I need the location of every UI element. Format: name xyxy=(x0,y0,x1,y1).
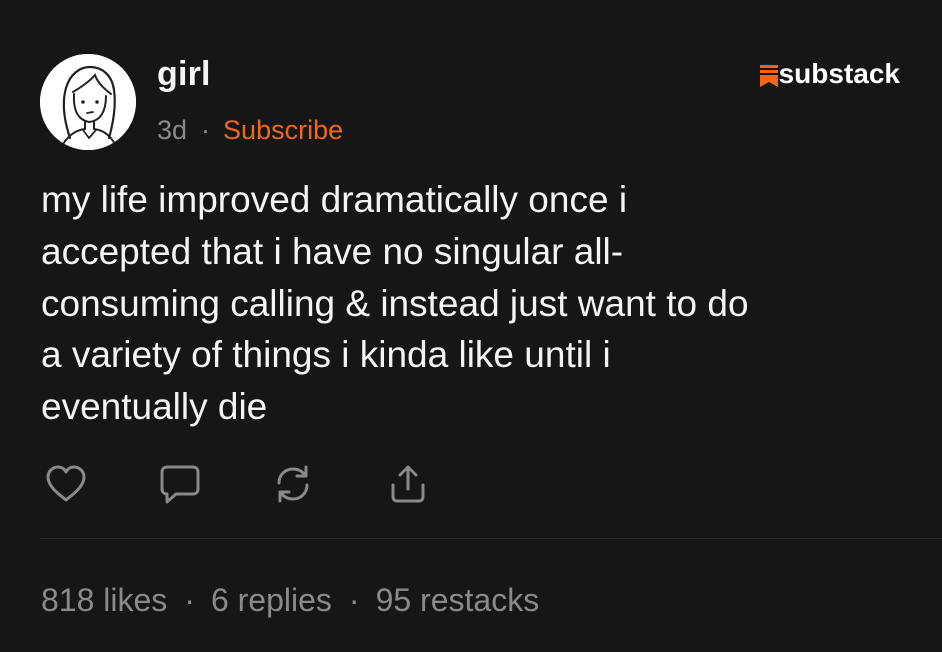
like-button[interactable] xyxy=(40,460,92,508)
stats-separator: · xyxy=(348,582,360,618)
restack-button[interactable] xyxy=(267,460,319,508)
note-meta: 3d · Subscribe xyxy=(157,113,343,147)
timestamp: 3d xyxy=(157,115,188,145)
substack-brand: substack xyxy=(759,58,900,90)
restack-icon xyxy=(277,465,309,503)
substack-logo-icon xyxy=(759,64,778,87)
engagement-stats: 818 likes · 6 replies · 95 restacks xyxy=(41,580,539,620)
replies-count[interactable]: 6 replies xyxy=(211,580,332,620)
share-icon xyxy=(391,465,425,503)
restacks-count[interactable]: 95 restacks xyxy=(376,580,540,620)
subscribe-link[interactable]: Subscribe xyxy=(223,113,343,147)
note-card: girl 3d · Subscribe substack my life imp… xyxy=(0,0,942,652)
heart-icon xyxy=(46,465,86,502)
stats-separator: · xyxy=(184,582,195,618)
reply-button[interactable] xyxy=(154,460,206,508)
brand-name: substack xyxy=(778,58,900,89)
meta-separator: · xyxy=(201,115,211,145)
note-body: my life improved dramatically once i acc… xyxy=(41,179,749,428)
divider xyxy=(40,538,942,539)
likes-count[interactable]: 818 likes xyxy=(41,580,167,620)
girl-drawing-avatar-icon xyxy=(40,54,136,150)
share-button[interactable] xyxy=(382,460,434,508)
author-name[interactable]: girl xyxy=(157,52,211,96)
avatar[interactable] xyxy=(40,54,136,150)
comment-icon xyxy=(160,465,200,504)
